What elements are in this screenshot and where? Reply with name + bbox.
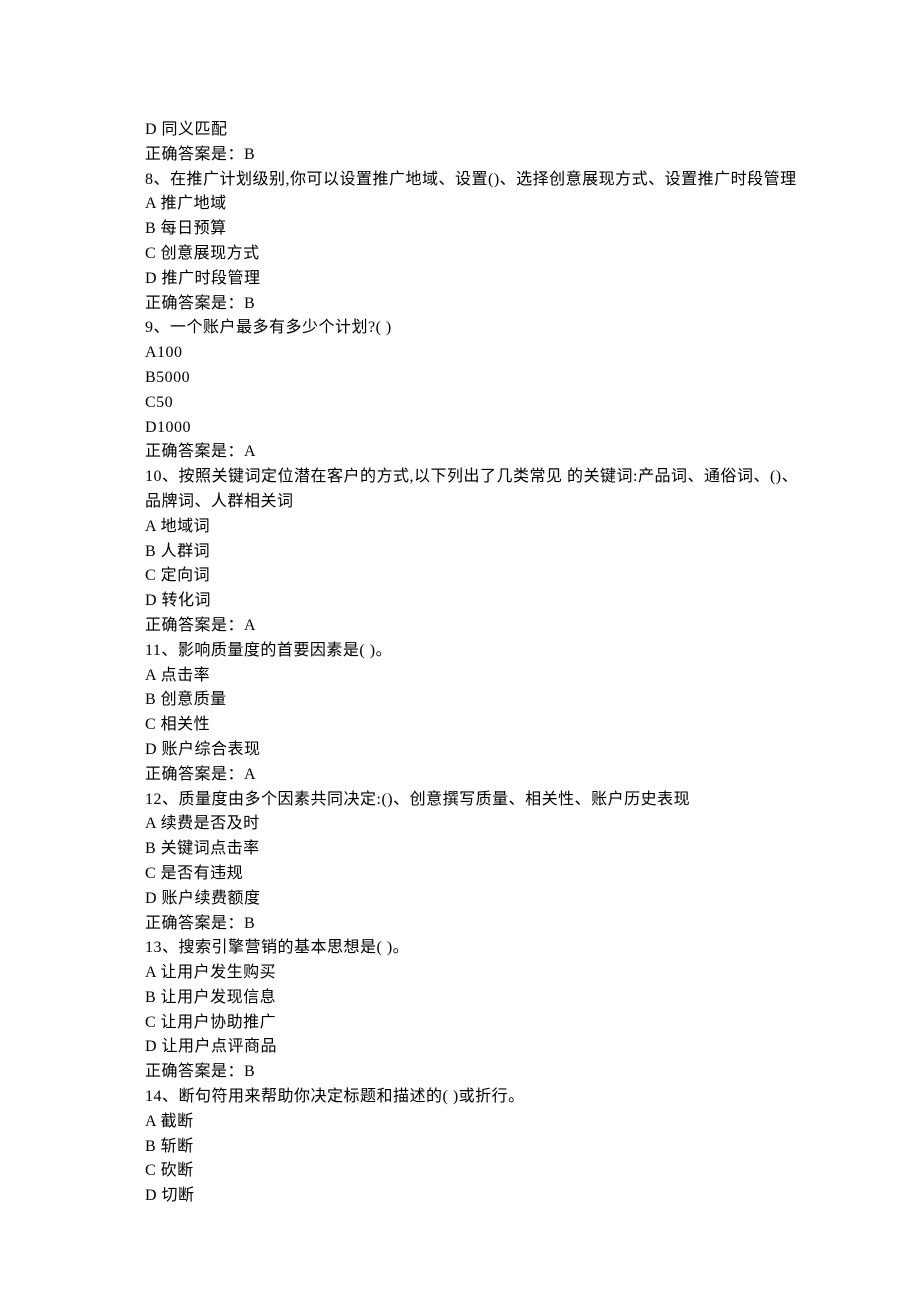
text-line: D 账户续费额度 xyxy=(145,887,800,912)
document-content: D 同义匹配正确答案是：B8、在推广计划级别,你可以设置推广地域、设置()、选择… xyxy=(145,118,800,1209)
text-line: A 点击率 xyxy=(145,664,800,689)
text-line: 13、搜索引擎营销的基本思想是( )。 xyxy=(145,936,800,961)
text-line: B 人群词 xyxy=(145,540,800,565)
text-line: 11、影响质量度的首要因素是( )。 xyxy=(145,639,800,664)
text-line: D 推广时段管理 xyxy=(145,267,800,292)
text-line: 正确答案是：A xyxy=(145,763,800,788)
text-line: C 相关性 xyxy=(145,713,800,738)
text-line: B 斩断 xyxy=(145,1135,800,1160)
text-line: B 让用户发现信息 xyxy=(145,986,800,1011)
text-line: C 创意展现方式 xyxy=(145,242,800,267)
text-line: A 让用户发生购买 xyxy=(145,961,800,986)
text-line: A100 xyxy=(145,341,800,366)
text-line: 9、一个账户最多有多少个计划?( ) xyxy=(145,316,800,341)
text-line: 14、断句符用来帮助你决定标题和描述的( )或折行。 xyxy=(145,1085,800,1110)
text-line: A 推广地域 xyxy=(145,192,800,217)
text-line: C50 xyxy=(145,391,800,416)
text-line: 正确答案是：B xyxy=(145,143,800,168)
text-line: 正确答案是：B xyxy=(145,1060,800,1085)
text-line: D 让用户点评商品 xyxy=(145,1035,800,1060)
text-line: A 地域词 xyxy=(145,515,800,540)
text-line: C 定向词 xyxy=(145,564,800,589)
text-line: D 账户综合表现 xyxy=(145,738,800,763)
text-line: C 让用户协助推广 xyxy=(145,1011,800,1036)
text-line: 正确答案是：A xyxy=(145,440,800,465)
text-line: A 截断 xyxy=(145,1110,800,1135)
text-line: B 关键词点击率 xyxy=(145,837,800,862)
text-line: 正确答案是：B xyxy=(145,292,800,317)
text-line: 10、按照关键词定位潜在客户的方式,以下列出了几类常见 的关键词:产品词、通俗词… xyxy=(145,465,800,515)
text-line: 正确答案是：A xyxy=(145,614,800,639)
text-line: 正确答案是：B xyxy=(145,912,800,937)
text-line: B 每日预算 xyxy=(145,217,800,242)
text-line: D 同义匹配 xyxy=(145,118,800,143)
text-line: B 创意质量 xyxy=(145,688,800,713)
text-line: B5000 xyxy=(145,366,800,391)
text-line: 12、质量度由多个因素共同决定:()、创意撰写质量、相关性、账户历史表现 xyxy=(145,788,800,813)
text-line: D1000 xyxy=(145,416,800,441)
text-line: C 砍断 xyxy=(145,1159,800,1184)
text-line: D 转化词 xyxy=(145,589,800,614)
document-page: D 同义匹配正确答案是：B8、在推广计划级别,你可以设置推广地域、设置()、选择… xyxy=(0,0,920,1302)
text-line: 8、在推广计划级别,你可以设置推广地域、设置()、选择创意展现方式、设置推广时段… xyxy=(145,168,800,193)
text-line: D 切断 xyxy=(145,1184,800,1209)
text-line: C 是否有违规 xyxy=(145,862,800,887)
text-line: A 续费是否及时 xyxy=(145,812,800,837)
